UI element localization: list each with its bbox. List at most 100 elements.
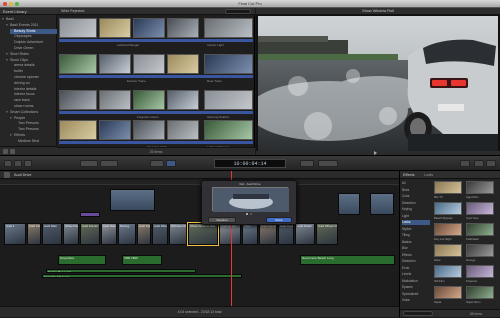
viewer-frame[interactable] [258, 16, 498, 151]
library-item[interactable]: interior focus [10, 92, 60, 97]
clip-thumbnail[interactable] [99, 120, 131, 140]
popup-done-button[interactable]: Done [266, 217, 292, 223]
timeline-audio-clip[interactable]: Nevermore Beach Long [300, 255, 395, 265]
timeline-video-clip[interactable]: Audi Wheel Close [316, 223, 338, 245]
library-item[interactable]: Drive Green [10, 46, 60, 51]
clip-thumbnail[interactable] [167, 18, 199, 38]
connected-clip[interactable] [110, 189, 155, 211]
effect-thumbnail[interactable] [466, 223, 494, 236]
library-item[interactable]: bullet [10, 69, 60, 74]
effects-category[interactable]: Blur [402, 246, 430, 251]
clip-thumbnail[interactable] [99, 90, 131, 110]
effect-thumbnail[interactable] [466, 202, 494, 215]
clip-thumbnail[interactable] [204, 54, 253, 74]
enhancements-button[interactable] [318, 160, 338, 167]
effects-search-field[interactable] [403, 311, 433, 316]
timeline-audio-clip[interactable]: Engine Rev Long [46, 269, 196, 273]
timeline-video-clip[interactable]: Audi Interior [80, 223, 100, 245]
timeline-video-clip[interactable]: Window Dog [169, 223, 187, 245]
effects-category[interactable]: Light [402, 214, 430, 219]
effects-category[interactable]: Spaces [402, 285, 430, 290]
effect-thumbnail[interactable] [434, 244, 462, 257]
library-item[interactable]: chrome spinner [10, 75, 60, 80]
effects-category[interactable]: Tiling [402, 233, 430, 238]
effects-category[interactable]: Looks [402, 220, 430, 225]
library-item[interactable]: ▾ Stock Clips [6, 58, 56, 63]
popup-replace-button[interactable]: Replace [208, 217, 236, 223]
timeline-video-clip[interactable]: Audi Tires [278, 223, 294, 245]
timeline-ruler[interactable] [0, 180, 399, 185]
append-edit-button[interactable] [80, 160, 98, 167]
library-item[interactable]: ▾ Effects [10, 133, 60, 138]
library-item[interactable]: race track [10, 98, 60, 103]
effect-thumbnail[interactable] [434, 286, 462, 299]
timeline-video-clip[interactable]: Wheel Detail [63, 223, 79, 245]
clip-thumbnail[interactable] [204, 18, 253, 38]
inspector-icon[interactable] [474, 160, 484, 167]
library-item[interactable]: ▾ Smart Collections [6, 110, 56, 115]
filmstrip-icon[interactable] [10, 149, 15, 154]
timeline-history-icon[interactable] [4, 172, 10, 178]
effects-category[interactable]: Effects [402, 253, 430, 258]
import-icon[interactable] [4, 160, 12, 167]
timeline-video-clip[interactable]: Audi Detail [295, 223, 315, 245]
clip-thumbnail[interactable] [167, 54, 199, 74]
effects-category[interactable]: Modulation [402, 279, 430, 284]
effects-category[interactable]: Blurs [402, 188, 430, 193]
effect-thumbnail[interactable] [434, 265, 462, 278]
library-item[interactable]: ▾ Basil Events 2011 [6, 23, 56, 28]
clip-thumbnail[interactable] [167, 120, 199, 140]
clip-thumbnail[interactable] [167, 90, 199, 110]
effects-category[interactable]: Keying [402, 207, 430, 212]
audio-meter-icon[interactable] [300, 160, 314, 167]
arrow-tool-icon[interactable] [166, 160, 176, 167]
library-item[interactable]: Dolphin Adventure [10, 40, 60, 45]
effect-thumbnail[interactable] [434, 202, 462, 215]
timeline-video-clip[interactable]: Show Window Roll [187, 222, 219, 246]
timeline-audio-clip[interactable]: VRR 2829 [122, 255, 162, 265]
connected-clip[interactable] [370, 193, 394, 215]
clip-thumbnail[interactable] [59, 120, 97, 140]
clip-thumbnail[interactable] [59, 54, 97, 74]
clip-thumbnail[interactable] [59, 18, 97, 38]
clip-thumbnail[interactable] [99, 54, 131, 74]
library-item[interactable]: ▾ Short Rides [6, 52, 56, 57]
library-item[interactable]: driving on [10, 81, 60, 86]
timeline-video-clip[interactable]: Tires [242, 223, 258, 245]
timeline-video-clip[interactable]: Audi Close [27, 223, 41, 245]
effects-category[interactable]: Voice [402, 298, 430, 303]
timeline-video-clip[interactable]: Audi Detail [219, 223, 241, 245]
analyze-icon[interactable] [24, 160, 32, 167]
effects-category[interactable]: Basics [402, 240, 430, 245]
connected-clip[interactable] [338, 193, 360, 215]
library-item[interactable]: interior details [10, 87, 60, 92]
library-item[interactable]: ▾ Basil [2, 17, 52, 22]
effects-category[interactable]: Color [402, 194, 430, 199]
clip-thumbnail[interactable] [204, 90, 253, 110]
timeline-video-clip[interactable]: Audi Rain [42, 223, 62, 245]
clip-thumbnail[interactable] [99, 18, 131, 38]
clip-thumbnail[interactable] [204, 120, 253, 140]
timeline-video-clip[interactable]: Audi Wheel [152, 223, 168, 245]
browser-search-field[interactable] [225, 9, 251, 14]
select-tool-button[interactable] [150, 160, 164, 167]
effect-thumbnail[interactable] [466, 181, 494, 194]
effect-thumbnail[interactable] [466, 265, 494, 278]
timeline-audio-clip[interactable]: Drag Race [58, 255, 106, 265]
effects-category[interactable]: Echo [402, 266, 430, 271]
timeline-video-clip[interactable]: Racing [118, 223, 136, 245]
library-item[interactable]: show rooms [10, 104, 60, 109]
library-toggle-icon[interactable] [3, 149, 8, 154]
effect-thumbnail[interactable] [466, 244, 494, 257]
library-item[interactable]: ▾ People [10, 116, 60, 121]
effect-thumbnail[interactable] [434, 181, 462, 194]
library-item[interactable]: Beauty Shots [10, 28, 60, 34]
timeline-audio-clip[interactable]: Coventry Adv Loop [42, 274, 242, 278]
timeline-video-clip[interactable]: Audi Spin [137, 223, 151, 245]
effect-thumbnail[interactable] [434, 223, 462, 236]
timeline-video-clip[interactable]: Audi 1 [4, 223, 26, 245]
timeline-video-clip[interactable]: Audi Interior [259, 223, 277, 245]
timeline-video-clip[interactable]: Audi Rain [101, 223, 117, 245]
effect-thumbnail[interactable] [466, 286, 494, 299]
library-item[interactable]: arena details [10, 63, 60, 68]
